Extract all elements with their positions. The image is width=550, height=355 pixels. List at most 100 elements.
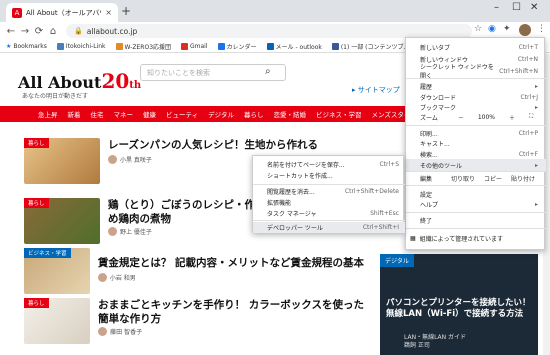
lock-icon: 🔒: [74, 27, 83, 35]
menu-item-help[interactable]: ヘルプ ▸: [406, 198, 546, 210]
author-name: 小岩 和男: [109, 275, 136, 282]
article-title[interactable]: レーズンパンの人気レシピ！生地から作れる: [108, 138, 318, 152]
calendar-icon: [217, 42, 225, 50]
site-logo[interactable]: All About20th: [18, 69, 141, 93]
menu-divider: [406, 228, 546, 229]
bookmark-item[interactable]: (1) 一部 (コンテンツブ...: [331, 42, 409, 51]
menu-divider: [253, 220, 405, 221]
author-name: 藤田 智香子: [110, 329, 143, 336]
author-avatar: [108, 227, 117, 236]
side-article-card[interactable]: デジタル パソコンとプリンターを接続したい！無線LAN（Wi-Fi）で接続する方…: [380, 254, 538, 355]
sitemap-link[interactable]: ▸ サイトマップ: [352, 85, 400, 95]
submenu-item-create-shortcut[interactable]: ショートカットを作成...: [253, 170, 405, 181]
outlook-icon: [266, 42, 274, 50]
bookmark-item[interactable]: Itokoichi-Link: [56, 42, 106, 50]
new-tab-button[interactable]: +: [121, 4, 131, 18]
article-title-line2[interactable]: 簡単な作り方: [98, 312, 364, 326]
author-avatar: [108, 155, 117, 164]
cut-button[interactable]: 切り取り: [448, 174, 478, 183]
bookmarks-folder[interactable]: ★ Bookmarks: [6, 43, 47, 50]
submenu-item-developer-tools[interactable]: デベロッパー ツール Ctrl+Shift+I: [253, 222, 405, 233]
category-link[interactable]: 住宅: [91, 109, 104, 119]
menu-item-new-tab[interactable]: 新しいタブ Ctrl+T: [406, 41, 546, 53]
extension-icon[interactable]: ◉: [488, 24, 496, 34]
category-link[interactable]: 新着: [68, 109, 81, 119]
url-text: allabout.co.jp: [86, 26, 138, 36]
article-thumbnail: ビジネス・学習: [24, 248, 90, 294]
menu-item-more-tools[interactable]: その他のツール ▸: [406, 159, 546, 171]
menu-item-exit[interactable]: 終了: [406, 214, 546, 226]
close-window-button[interactable]: ✕: [530, 2, 538, 13]
more-tools-submenu: 名前を付けてページを保存... Ctrl+S ショートカットを作成... 閲覧履歴…: [252, 155, 405, 233]
author-avatar: [98, 327, 108, 336]
tab-title: All About（オールアバウト）: [26, 8, 101, 17]
tab-close-icon[interactable]: ×: [105, 8, 112, 17]
menu-divider: [406, 78, 546, 79]
category-link[interactable]: 暮らし: [244, 109, 264, 119]
forward-icon[interactable]: →: [18, 26, 32, 37]
article-thumbnail: 暮らし: [24, 298, 91, 344]
home-icon[interactable]: ⌂: [46, 26, 60, 37]
author-name: 小黒 真咲子: [120, 157, 152, 164]
author-name: 野上 優佳子: [120, 229, 152, 236]
side-article-byline: LAN・無線LAN ガイド 鵜飼 正司: [404, 334, 467, 349]
zoom-level: 100%: [477, 113, 495, 121]
building-icon: ▦: [410, 234, 416, 242]
category-link[interactable]: 健康: [143, 109, 156, 119]
bookmark-favicon-icon: [115, 42, 123, 50]
gmail-icon: [181, 42, 189, 50]
menu-divider: [406, 212, 546, 213]
category-link[interactable]: 急上昇: [38, 109, 58, 119]
bookmark-star-icon[interactable]: ☆: [474, 24, 482, 34]
minimize-button[interactable]: –: [494, 2, 499, 13]
bookmark-item[interactable]: W-ZERO3応援団: [115, 42, 171, 51]
zoom-in-button[interactable]: ＋: [509, 113, 515, 122]
article-thumbnail: 暮らし: [24, 198, 100, 244]
bookmark-item[interactable]: Gmail: [181, 42, 208, 50]
fullscreen-icon[interactable]: ⛶: [529, 113, 533, 121]
tab-allabout[interactable]: A All About（オールアバウト） ×: [6, 3, 118, 22]
article-item[interactable]: 暮らし おままごとキッチンを手作り！ カラーボックスを使った 簡単な作り方 藤田…: [24, 298, 364, 344]
category-link[interactable]: ビジネス・学習: [316, 109, 362, 119]
menu-item-managed[interactable]: ▦ 組織によって管理されています: [406, 232, 546, 244]
allabout-favicon-icon: A: [12, 7, 22, 18]
category-link[interactable]: 恋愛・結婚: [274, 109, 307, 119]
profile-avatar[interactable]: [519, 24, 531, 36]
category-link[interactable]: ビューティ: [166, 109, 198, 119]
edit-row: 編集 切り取り コピー 貼り付け: [406, 172, 546, 184]
zoom-out-button[interactable]: －: [458, 113, 464, 122]
bookmark-favicon-icon: [56, 42, 64, 50]
extensions-puzzle-icon[interactable]: ✦: [503, 24, 511, 34]
submenu-item-save-page[interactable]: 名前を付けてページを保存... Ctrl+S: [253, 159, 405, 170]
article-thumbnail: 暮らし: [24, 138, 100, 184]
menu-divider: [406, 185, 546, 186]
address-bar[interactable]: 🔒 allabout.co.jp: [66, 24, 472, 38]
menu-divider: [406, 125, 546, 126]
menu-item-incognito[interactable]: シークレット ウィンドウを開く Ctrl+Shift+N: [406, 64, 546, 80]
article-title[interactable]: 賃金規定とは？ 記載内容・メリットなど賃金規程の基本: [98, 256, 364, 270]
back-icon[interactable]: ←: [4, 26, 18, 37]
copy-button[interactable]: コピー: [478, 174, 508, 183]
maximize-button[interactable]: ☐: [512, 2, 521, 13]
submenu-item-task-manager[interactable]: タスク マネージャ Shift+Esc: [253, 208, 405, 219]
bookmark-item[interactable]: メール - outlook: [266, 42, 322, 51]
paste-button[interactable]: 貼り付け: [508, 174, 538, 183]
site-tagline: あなたの明日が動きだす: [22, 93, 89, 100]
menu-divider: [253, 184, 405, 185]
author-avatar: [97, 273, 107, 282]
article-title[interactable]: おままごとキッチンを手作り！ カラーボックスを使った: [98, 298, 364, 312]
chrome-main-menu: 新しいタブ Ctrl+T 新しいウィンドウ Ctrl+N シークレット ウィンドウを…: [405, 37, 546, 250]
category-link[interactable]: デジタル: [208, 109, 234, 119]
search-icon[interactable]: ⌕: [265, 66, 271, 77]
reload-icon[interactable]: ⟳: [32, 26, 46, 37]
star-icon: ★: [6, 42, 12, 50]
category-badge: デジタル: [380, 254, 414, 267]
zoom-row: ズーム － 100% ＋ ⛶: [420, 113, 534, 122]
bookmark-item[interactable]: カレンダー: [217, 42, 257, 51]
chrome-menu-icon[interactable]: ⋮: [537, 24, 546, 34]
submenu-item-clear-history[interactable]: 閲覧履歴を消去... Ctrl+Shift+Delete: [253, 186, 405, 197]
side-article-title[interactable]: パソコンとプリンターを接続したい！無線LAN（Wi-Fi）で接続する方法: [386, 298, 538, 320]
article-item[interactable]: ビジネス・学習 賃金規定とは？ 記載内容・メリットなど賃金規程の基本 小岩 和男: [24, 248, 364, 294]
submenu-item-extensions[interactable]: 拡張機能: [253, 197, 405, 208]
category-link[interactable]: マネー: [114, 109, 134, 119]
